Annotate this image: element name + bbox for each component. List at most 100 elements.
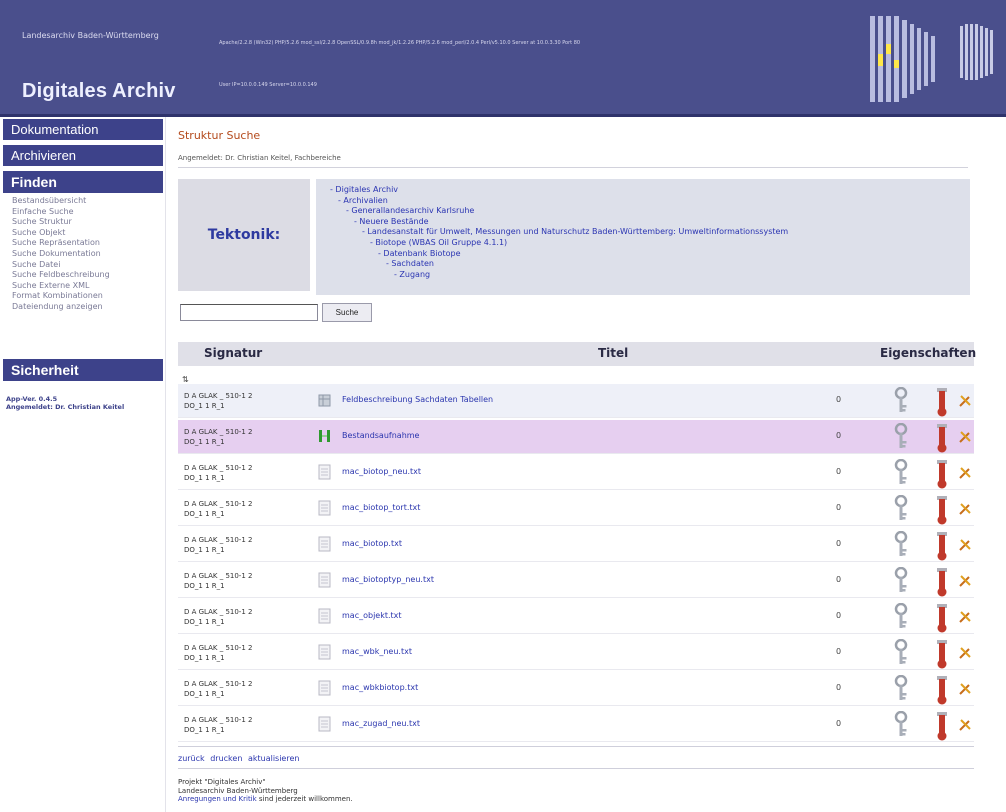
row-count: 0 (836, 503, 842, 512)
sidebar-item-einfache-suche[interactable]: Einfache Suche (12, 207, 162, 218)
key-icon[interactable] (890, 531, 912, 559)
feedback-text: sind jederzeit willkommen. (256, 795, 353, 803)
row-title-link[interactable]: mac_biotoptyp_neu.txt (342, 575, 434, 584)
thermometer-icon[interactable] (934, 423, 950, 453)
tools-icon[interactable] (958, 502, 972, 516)
table-row[interactable]: D A GLAK _ 510-1 2 DO_1 1 R_1 mac_biotop_n… (178, 456, 974, 490)
row-title-link[interactable]: mac_objekt.txt (342, 611, 402, 620)
finden-submenu: Bestandsübersicht Einfache Suche Suche S… (12, 196, 162, 313)
row-title-link[interactable]: Bestandsaufnahme (342, 431, 419, 440)
tree-node-digitales-archiv[interactable]: - Digitales Archiv (330, 185, 970, 196)
row-title-link[interactable]: mac_biotop_neu.txt (342, 467, 421, 476)
refresh-link[interactable]: aktualisieren (248, 754, 300, 763)
tektonik-tree: - Digitales Archiv - Archivalien - Gener… (316, 179, 970, 295)
row-count: 0 (836, 431, 842, 440)
tools-icon[interactable] (958, 394, 972, 408)
table-row[interactable]: D A GLAK _ 510-1 2 DO_1 1 R_1 mac_biotopty… (178, 564, 974, 598)
app-version-text: App-Ver. 0.4.5 (6, 395, 58, 403)
print-link[interactable]: drucken (210, 754, 242, 763)
thermometer-icon[interactable] (934, 639, 950, 669)
table-row[interactable]: D A GLAK _ 510-1 2 DO_1 1 R_1 Bestandsaufn… (178, 420, 974, 454)
signature-line-2: DO_1 1 R_1 (184, 402, 225, 410)
key-icon[interactable] (890, 603, 912, 631)
sidebar-item-suche-dokumentation[interactable]: Suche Dokumentation (12, 249, 162, 260)
tree-node-landesanstalt[interactable]: - Landesanstalt für Umwelt, Messungen un… (330, 227, 970, 238)
tree-node-archivalien[interactable]: - Archivalien (330, 196, 970, 207)
thermometer-icon[interactable] (934, 675, 950, 705)
column-header-titel[interactable]: Titel (598, 346, 628, 360)
row-title-link[interactable]: mac_zugad_neu.txt (342, 719, 420, 728)
table-row[interactable]: D A GLAK _ 510-1 2 DO_1 1 R_1 mac_zugad_ne… (178, 708, 974, 742)
key-icon[interactable] (890, 711, 912, 739)
tools-icon[interactable] (958, 718, 972, 732)
signature-line-1: D A GLAK _ 510-1 2 (184, 536, 253, 544)
thermometer-icon[interactable] (934, 495, 950, 525)
row-title-link[interactable]: mac_wbk_neu.txt (342, 647, 412, 656)
column-header-signatur[interactable]: Signatur (204, 346, 262, 360)
thermometer-icon[interactable] (934, 387, 950, 417)
sidebar-item-dateiendung-anzeigen[interactable]: Dateiendung anzeigen (12, 302, 162, 313)
thermometer-icon[interactable] (934, 531, 950, 561)
key-icon[interactable] (890, 639, 912, 667)
table-row[interactable]: D A GLAK _ 510-1 2 DO_1 1 R_1 mac_biotop.t… (178, 528, 974, 562)
thermometer-icon[interactable] (934, 459, 950, 489)
row-title-link[interactable]: mac_biotop_tort.txt (342, 503, 420, 512)
search-button[interactable]: Suche (322, 303, 372, 322)
sidebar-item-format-kombinationen[interactable]: Format Kombinationen (12, 291, 162, 302)
sidebar-item-suche-objekt[interactable]: Suche Objekt (12, 228, 162, 239)
thermometer-icon[interactable] (934, 567, 950, 597)
key-icon[interactable] (890, 387, 912, 415)
key-icon[interactable] (890, 567, 912, 595)
row-title-link[interactable]: mac_wbkbiotop.txt (342, 683, 418, 692)
row-signature: D A GLAK _ 510-1 2 DO_1 1 R_1 (184, 679, 252, 699)
tree-node-datenbank-biotope[interactable]: - Datenbank Biotope (330, 249, 970, 260)
signature-line-1: D A GLAK _ 510-1 2 (184, 644, 253, 652)
sidebar-item-suche-externe-xml[interactable]: Suche Externe XML (12, 281, 162, 292)
tree-node-biotope[interactable]: - Biotope (WBAS Oil Gruppe 4.1.1) (330, 238, 970, 249)
nav-dokumentation[interactable]: Dokumentation (3, 119, 163, 140)
sidebar-user: Angemeldet: Dr. Christian Keitel (6, 403, 125, 411)
sidebar-item-suche-struktur[interactable]: Suche Struktur (12, 217, 162, 228)
logged-in-user: Angemeldet: Dr. Christian Keitel, Fachbe… (178, 154, 341, 162)
tools-icon[interactable] (958, 466, 972, 480)
tools-icon[interactable] (958, 430, 972, 444)
nav-archivieren[interactable]: Archivieren (3, 145, 163, 166)
text-file-icon (318, 500, 331, 516)
sort-icon[interactable]: ⇅ (182, 375, 189, 384)
tools-icon[interactable] (958, 682, 972, 696)
sidebar-item-suche-datei[interactable]: Suche Datei (12, 260, 162, 271)
sidebar-item-suche-repraesentation[interactable]: Suche Repräsentation (12, 238, 162, 249)
tree-node-zugang[interactable]: - Zugang (330, 270, 970, 281)
nav-sicherheit[interactable]: Sicherheit (3, 359, 163, 381)
table-row[interactable]: D A GLAK _ 510-1 2 DO_1 1 R_1 mac_objekt.t… (178, 600, 974, 634)
sidebar-item-suche-feldbeschreibung[interactable]: Suche Feldbeschreibung (12, 270, 162, 281)
text-file-icon (318, 572, 331, 588)
row-title-link[interactable]: mac_biotop.txt (342, 539, 402, 548)
table-row[interactable]: D A GLAK _ 510-1 2 DO_1 1 R_1 Feldbeschrei… (178, 384, 974, 418)
key-icon[interactable] (890, 459, 912, 487)
thermometer-icon[interactable] (934, 603, 950, 633)
signature-line-1: D A GLAK _ 510-1 2 (184, 428, 253, 436)
tree-node-sachdaten[interactable]: - Sachdaten (330, 259, 970, 270)
key-icon[interactable] (890, 423, 912, 451)
main-content: Struktur Suche Angemeldet: Dr. Christian… (172, 117, 1006, 812)
tools-icon[interactable] (958, 646, 972, 660)
tree-node-neuere-bestaende[interactable]: - Neuere Bestände (330, 217, 970, 228)
table-row[interactable]: D A GLAK _ 510-1 2 DO_1 1 R_1 mac_wbk_neu.… (178, 636, 974, 670)
search-input[interactable] (180, 304, 318, 321)
feedback-link[interactable]: Anregungen und Kritik (178, 795, 257, 803)
nav-finden[interactable]: Finden (3, 171, 163, 193)
back-link[interactable]: zurück (178, 754, 205, 763)
tools-icon[interactable] (958, 610, 972, 624)
table-row[interactable]: D A GLAK _ 510-1 2 DO_1 1 R_1 mac_biotop_t… (178, 492, 974, 526)
key-icon[interactable] (890, 675, 912, 703)
row-title-link[interactable]: Feldbeschreibung Sachdaten Tabellen (342, 395, 493, 404)
key-icon[interactable] (890, 495, 912, 523)
table-row[interactable]: D A GLAK _ 510-1 2 DO_1 1 R_1 mac_wbkbioto… (178, 672, 974, 706)
tools-icon[interactable] (958, 538, 972, 552)
tree-node-generallandesarchiv[interactable]: - Generallandesarchiv Karlsruhe (330, 206, 970, 217)
tools-icon[interactable] (958, 574, 972, 588)
thermometer-icon[interactable] (934, 711, 950, 741)
sidebar-item-bestandsuebersicht[interactable]: Bestandsübersicht (12, 196, 162, 207)
tektonik-label-box: Tektonik: (178, 179, 310, 291)
